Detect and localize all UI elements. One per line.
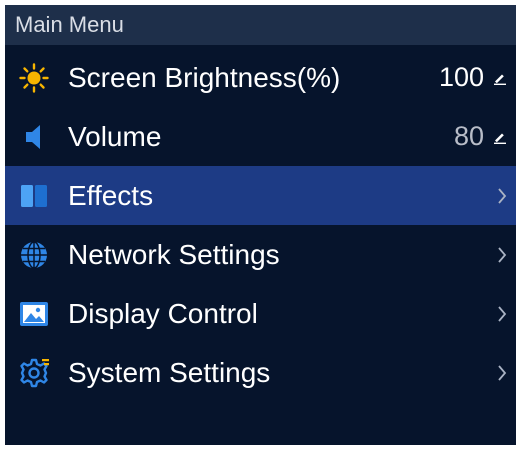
menu-item-label: System Settings xyxy=(68,357,271,388)
effects-icon xyxy=(18,180,50,212)
sun-icon xyxy=(18,62,50,94)
menu-list: Screen Brightness(%) 100 Volume 80 Effec… xyxy=(5,48,516,402)
chevron-right-icon xyxy=(496,363,508,383)
menu-item-label: Screen Brightness(%) xyxy=(68,62,341,93)
menu-item-volume[interactable]: Volume 80 xyxy=(5,107,516,166)
menu-header: Main Menu xyxy=(5,5,516,45)
menu-item-label: Display Control xyxy=(68,298,258,329)
volume-value: 80 xyxy=(453,121,484,151)
chevron-right-icon xyxy=(496,186,508,206)
menu-item-label: Volume xyxy=(68,121,162,152)
image-icon xyxy=(18,298,50,330)
brightness-value: 100 xyxy=(438,62,484,92)
chevron-right-icon xyxy=(496,304,508,324)
menu-item-effects[interactable]: Effects xyxy=(5,166,516,225)
menu-item-network-settings[interactable]: Network Settings xyxy=(5,225,516,284)
chevron-right-icon xyxy=(496,245,508,265)
globe-icon xyxy=(18,239,50,271)
pencil-icon[interactable] xyxy=(493,130,507,144)
speaker-icon xyxy=(18,121,50,153)
menu-item-label: Effects xyxy=(68,180,154,211)
menu-item-system-settings[interactable]: System Settings xyxy=(5,343,516,402)
pencil-icon[interactable] xyxy=(493,71,507,85)
main-menu-screen: Main Menu Screen Brightness(%) 100 Volum… xyxy=(5,5,516,445)
menu-title: Main Menu xyxy=(15,12,124,37)
menu-item-screen-brightness[interactable]: Screen Brightness(%) 100 xyxy=(5,48,516,107)
gear-icon xyxy=(18,357,50,389)
menu-item-label: Network Settings xyxy=(68,239,280,270)
menu-item-display-control[interactable]: Display Control xyxy=(5,284,516,343)
